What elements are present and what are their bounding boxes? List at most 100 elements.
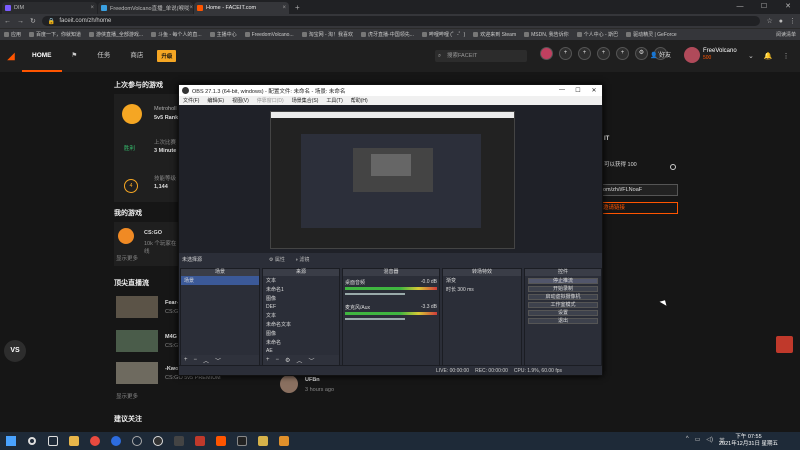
stream-thumbnail[interactable] bbox=[116, 362, 158, 384]
source-item[interactable]: 未命名文本 bbox=[263, 320, 339, 329]
upgrade-button[interactable]: 升级 bbox=[157, 50, 177, 62]
faceit-logo-icon[interactable]: ◢ bbox=[0, 51, 22, 62]
taskbar-clock[interactable]: 下午 07:55 2021年12月31日 星期五 bbox=[719, 434, 778, 448]
remove-icon[interactable]: − bbox=[276, 357, 280, 363]
chrome-icon[interactable] bbox=[84, 432, 105, 450]
volume-slider[interactable] bbox=[345, 318, 405, 320]
menu-tools[interactable]: 工具(T) bbox=[326, 97, 342, 104]
steam-icon[interactable] bbox=[126, 432, 147, 450]
network-icon[interactable]: ▭ bbox=[695, 436, 701, 445]
reading-list[interactable]: 阅读清单 bbox=[776, 31, 796, 38]
party-slot-icon[interactable]: + bbox=[616, 47, 629, 60]
source-item[interactable]: 未命名 bbox=[263, 338, 339, 347]
new-tab-button[interactable]: + bbox=[290, 2, 305, 14]
down-icon[interactable]: ﹀ bbox=[215, 356, 221, 365]
minimize-icon[interactable]: — bbox=[554, 87, 570, 94]
obs-preview[interactable] bbox=[179, 105, 602, 253]
nav-missions[interactable]: 任务 bbox=[87, 40, 120, 72]
source-item[interactable]: 未命名1 bbox=[263, 285, 339, 294]
close-icon[interactable]: ✕ bbox=[586, 87, 602, 94]
bell-icon[interactable]: 🔔 bbox=[764, 52, 773, 60]
remove-icon[interactable]: − bbox=[194, 357, 198, 363]
bookmark[interactable]: FreedomVolcano... bbox=[244, 32, 294, 38]
party-slot-icon[interactable]: + bbox=[559, 47, 572, 60]
faceit-icon[interactable] bbox=[210, 432, 231, 450]
search-icon[interactable] bbox=[21, 432, 42, 450]
bookmark[interactable]: 哔哩哔哩 (゜-゜) bbox=[421, 31, 465, 38]
menu-view[interactable]: 视图(V) bbox=[232, 97, 249, 104]
search-input[interactable]: 搜索FACEIT bbox=[435, 50, 527, 62]
studio-mode-button[interactable]: 工作室模式 bbox=[528, 302, 598, 308]
friends-button[interactable]: 👤 好友 bbox=[650, 50, 671, 59]
up-icon[interactable]: ︿ bbox=[296, 356, 302, 365]
bookmark[interactable]: 应用 bbox=[4, 31, 21, 38]
chevron-down-icon[interactable]: ⌄ bbox=[748, 52, 754, 60]
referral-link-field[interactable]: om/zh/i/FLNoaF bbox=[596, 184, 678, 196]
minimize-icon[interactable]: — bbox=[728, 0, 752, 14]
add-icon[interactable]: + bbox=[266, 357, 270, 363]
user-menu[interactable]: FreeVolcano 500 bbox=[684, 47, 737, 63]
obs-icon[interactable] bbox=[147, 432, 168, 450]
stream-name[interactable]: Fear- bbox=[165, 300, 178, 306]
nav-home[interactable]: HOME bbox=[22, 40, 62, 72]
close-icon[interactable]: × bbox=[189, 5, 193, 11]
start-recording-button[interactable]: 开始录制 bbox=[528, 286, 598, 292]
party-slot-icon[interactable]: + bbox=[597, 47, 610, 60]
tab-dim[interactable]: DIM × bbox=[2, 2, 97, 14]
settings-icon[interactable]: ⋮ bbox=[783, 52, 790, 60]
show-more-streams-link[interactable]: 显示更多 bbox=[116, 392, 138, 400]
copy-link-button[interactable]: 邀请链接 bbox=[596, 202, 678, 214]
menu-icon[interactable]: ⋮ bbox=[789, 17, 796, 25]
bookmark[interactable]: 主播中心 bbox=[209, 31, 237, 38]
close-icon[interactable]: × bbox=[282, 5, 286, 11]
chat-icon[interactable] bbox=[776, 336, 793, 353]
scene-item[interactable]: 场景 bbox=[181, 276, 259, 285]
back-icon[interactable]: ← bbox=[4, 18, 11, 25]
start-icon[interactable] bbox=[0, 432, 21, 450]
maximize-icon[interactable]: ☐ bbox=[752, 0, 776, 14]
menu-edit[interactable]: 编辑(E) bbox=[207, 97, 224, 104]
show-more-link[interactable]: 显示更多 bbox=[116, 254, 138, 262]
explorer-icon[interactable] bbox=[63, 432, 84, 450]
source-item[interactable]: 文本 bbox=[263, 311, 339, 320]
source-item[interactable]: DEF bbox=[263, 303, 339, 311]
source-item[interactable]: 文本 bbox=[263, 276, 339, 285]
volume-icon[interactable]: ◁) bbox=[706, 436, 713, 445]
filters-button[interactable]: ◑ 滤镜 bbox=[295, 256, 309, 263]
stop-streaming-button[interactable]: 停止推流 bbox=[528, 278, 598, 284]
bookmark[interactable]: 百度一下，你就知道 bbox=[29, 31, 81, 38]
volume-slider[interactable] bbox=[345, 293, 405, 295]
app-icon[interactable] bbox=[231, 432, 252, 450]
url-input[interactable]: 🔒 faceit.com/zh/home bbox=[41, 16, 761, 26]
up-icon[interactable]: ︿ bbox=[203, 356, 209, 365]
task-view-icon[interactable] bbox=[42, 432, 63, 450]
duration-field[interactable]: 时长 300 ms bbox=[443, 285, 521, 294]
properties-button[interactable]: ⚙ 属性 bbox=[269, 256, 285, 263]
post-author[interactable]: UFBn bbox=[305, 377, 320, 383]
star-icon[interactable]: ☆ bbox=[766, 17, 772, 25]
menu-docks[interactable]: 停靠窗口(D) bbox=[257, 97, 284, 104]
down-icon[interactable]: ﹀ bbox=[308, 356, 314, 365]
bookmark[interactable]: 虎牙直播-中国领先... bbox=[361, 31, 414, 38]
settings-button[interactable]: 设置 bbox=[528, 310, 598, 316]
stream-thumbnail[interactable] bbox=[116, 296, 158, 318]
bookmark[interactable]: 欢迎来到 Steam bbox=[473, 31, 516, 38]
add-icon[interactable]: + bbox=[184, 357, 188, 363]
close-window-icon[interactable]: ✕ bbox=[776, 0, 800, 14]
avatar[interactable] bbox=[280, 375, 298, 393]
source-item[interactable]: 图像 bbox=[263, 294, 339, 303]
reload-icon[interactable]: ↻ bbox=[30, 17, 36, 25]
app-icon[interactable] bbox=[273, 432, 294, 450]
forward-icon[interactable]: → bbox=[17, 18, 24, 25]
gear-icon[interactable]: ⚙ bbox=[285, 357, 290, 364]
vs-button[interactable]: VS bbox=[4, 340, 26, 362]
party-slot-icon[interactable]: + bbox=[578, 47, 591, 60]
bookmark[interactable]: 驱动精灵 | GeForce bbox=[626, 31, 677, 38]
bookmark[interactable]: MSDN, 我告诉你 bbox=[524, 31, 569, 38]
stream-thumbnail[interactable] bbox=[116, 330, 158, 352]
bookmark[interactable]: 游侠直播_全部游戏... bbox=[89, 31, 143, 38]
nav-clubs-icon[interactable]: ⚑ bbox=[62, 40, 88, 72]
app-icon[interactable] bbox=[252, 432, 273, 450]
menu-file[interactable]: 文件(F) bbox=[183, 97, 199, 104]
last-match-card[interactable]: Metroholl 5v5 Rank 胜利 上次比赛 3 Minute 4 技能… bbox=[114, 94, 180, 202]
